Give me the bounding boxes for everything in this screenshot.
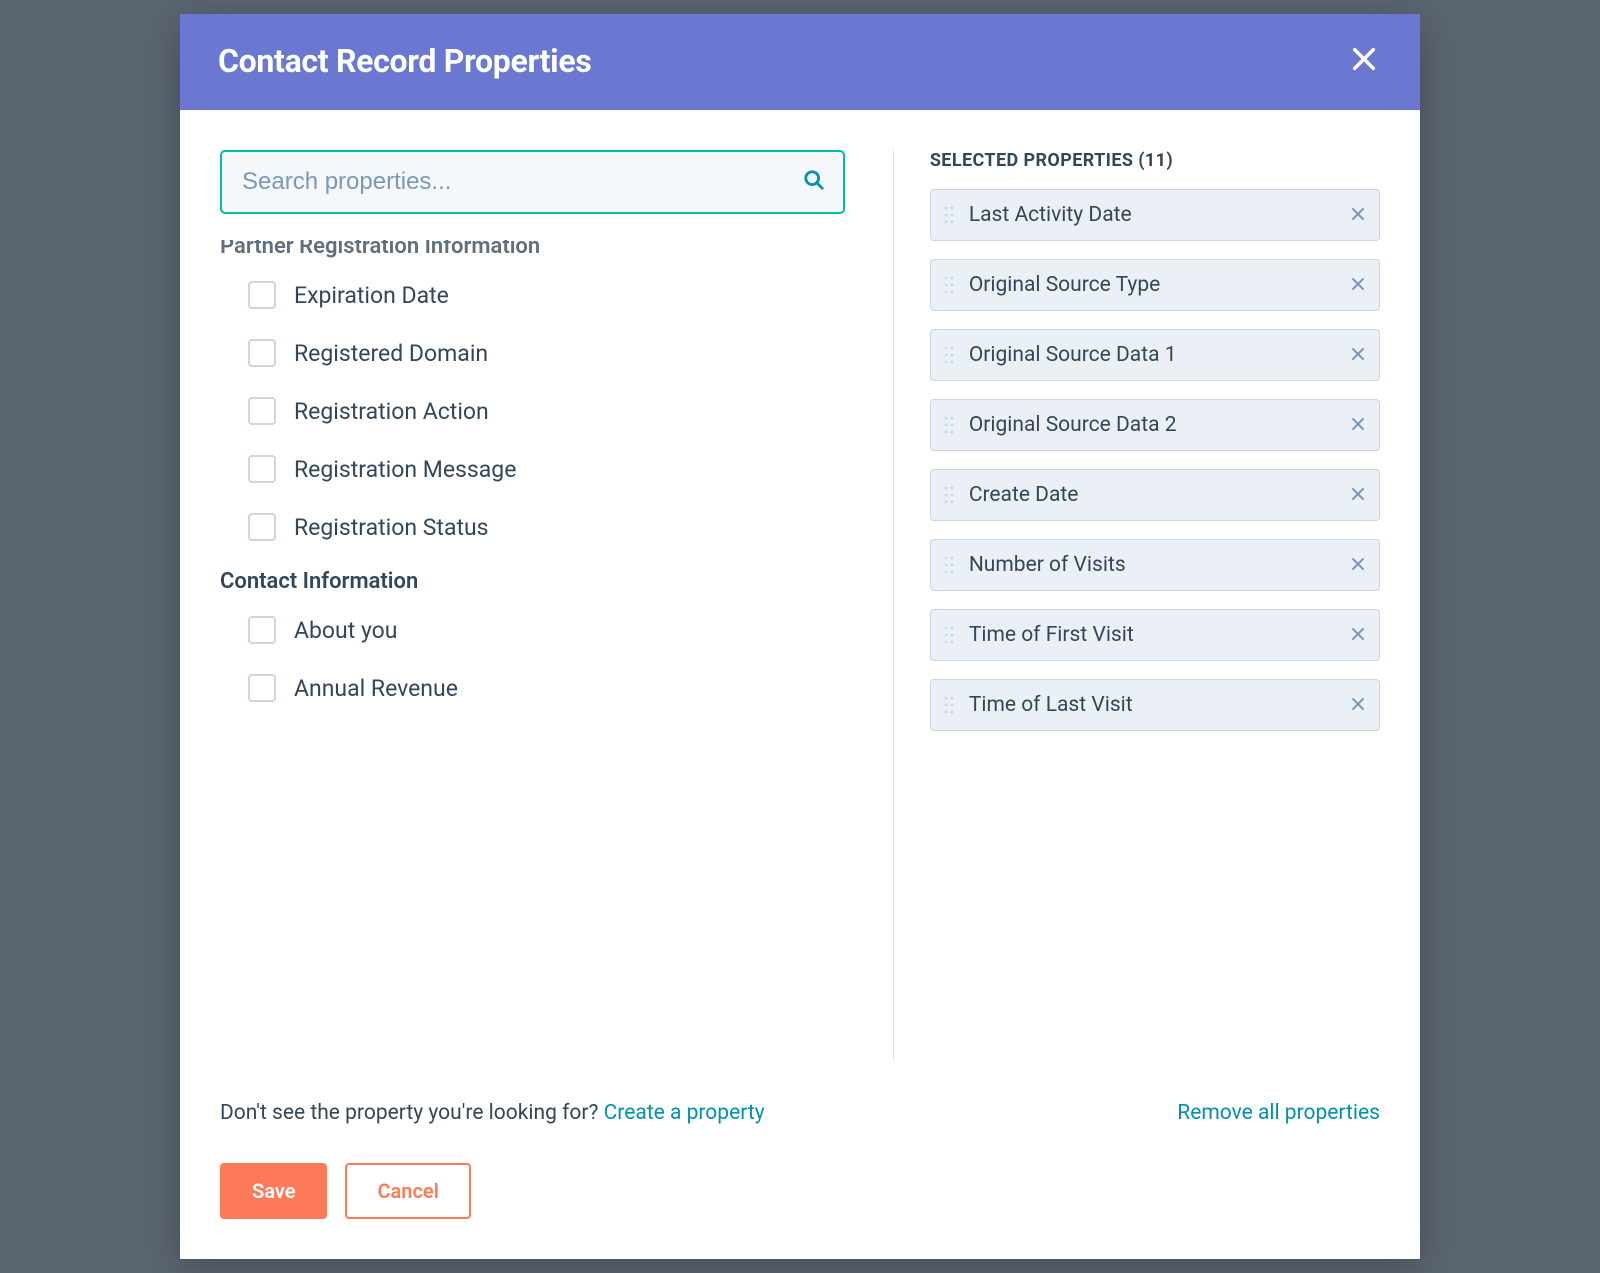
property-option-label: Registration Status xyxy=(294,514,489,541)
property-group-title: Contact Information xyxy=(220,569,845,594)
checkbox[interactable] xyxy=(248,281,276,309)
modal-title: Contact Record Properties xyxy=(218,42,591,80)
property-group-title: Partner Registration Information xyxy=(220,240,845,259)
remove-property-button[interactable] xyxy=(1351,696,1365,715)
remove-property-button[interactable] xyxy=(1351,486,1365,505)
checkbox[interactable] xyxy=(248,455,276,483)
selected-property-item[interactable]: Create Date xyxy=(930,469,1380,521)
create-property-prompt: Don't see the property you're looking fo… xyxy=(220,1101,765,1125)
close-icon xyxy=(1351,416,1365,435)
close-icon xyxy=(1350,45,1378,77)
checkbox[interactable] xyxy=(248,397,276,425)
modal-body: Partner Registration Information Expirati… xyxy=(180,110,1420,1081)
contact-record-properties-modal: Contact Record Properties Partner Regist… xyxy=(180,14,1420,1259)
footer-buttons-row: Save Cancel xyxy=(180,1133,1420,1259)
checkbox[interactable] xyxy=(248,339,276,367)
remove-all-properties-link[interactable]: Remove all properties xyxy=(1177,1101,1380,1125)
save-button[interactable]: Save xyxy=(220,1163,327,1219)
property-group: Partner Registration Information Expirati… xyxy=(220,240,845,541)
property-group: Contact Information About you Annual Reven… xyxy=(220,569,845,702)
remove-property-button[interactable] xyxy=(1351,626,1365,645)
remove-property-button[interactable] xyxy=(1351,276,1365,295)
drag-handle-icon[interactable] xyxy=(941,275,957,295)
selected-property-label: Original Source Data 2 xyxy=(969,413,1339,437)
selected-property-item[interactable]: Time of First Visit xyxy=(930,609,1380,661)
selected-property-label: Create Date xyxy=(969,483,1339,507)
drag-handle-icon[interactable] xyxy=(941,205,957,225)
close-icon xyxy=(1351,346,1365,365)
drag-handle-icon[interactable] xyxy=(941,345,957,365)
create-property-link[interactable]: Create a property xyxy=(604,1101,765,1125)
close-button[interactable] xyxy=(1346,43,1382,79)
selected-property-label: Original Source Data 1 xyxy=(969,343,1339,367)
selected-properties-list: Last Activity Date Original Source Type Or… xyxy=(930,189,1380,731)
selected-properties-panel: SELECTED PROPERTIES (11) Last Activity D… xyxy=(893,150,1380,1061)
selected-property-item[interactable]: Time of Last Visit xyxy=(930,679,1380,731)
selected-property-label: Last Activity Date xyxy=(969,203,1339,227)
search-icon xyxy=(803,169,825,195)
selected-property-label: Time of First Visit xyxy=(969,623,1339,647)
remove-property-button[interactable] xyxy=(1351,556,1365,575)
cancel-button[interactable]: Cancel xyxy=(345,1163,470,1219)
checkbox[interactable] xyxy=(248,616,276,644)
prompt-text: Don't see the property you're looking fo… xyxy=(220,1101,604,1125)
close-icon xyxy=(1351,626,1365,645)
property-option-list: About you Annual Revenue xyxy=(220,616,845,702)
remove-property-button[interactable] xyxy=(1351,416,1365,435)
selected-property-label: Original Source Type xyxy=(969,273,1339,297)
drag-handle-icon[interactable] xyxy=(941,695,957,715)
selected-property-item[interactable]: Number of Visits xyxy=(930,539,1380,591)
close-icon xyxy=(1351,276,1365,295)
property-option-list: Expiration Date Registered Domain Registra… xyxy=(220,281,845,541)
property-groups: Partner Registration Information Expirati… xyxy=(220,240,845,730)
search-wrap xyxy=(220,150,845,214)
close-icon xyxy=(1351,486,1365,505)
drag-handle-icon[interactable] xyxy=(941,415,957,435)
property-option-label: Registered Domain xyxy=(294,340,488,367)
property-option-label: Registration Action xyxy=(294,398,489,425)
selected-property-label: Number of Visits xyxy=(969,553,1339,577)
property-option[interactable]: Annual Revenue xyxy=(248,674,845,702)
property-option-label: About you xyxy=(294,617,397,644)
drag-handle-icon[interactable] xyxy=(941,485,957,505)
available-properties-panel: Partner Registration Information Expirati… xyxy=(220,150,845,1061)
selected-property-item[interactable]: Original Source Data 2 xyxy=(930,399,1380,451)
property-option[interactable]: Expiration Date xyxy=(248,281,845,309)
selected-property-label: Time of Last Visit xyxy=(969,693,1339,717)
selected-property-item[interactable]: Last Activity Date xyxy=(930,189,1380,241)
property-option[interactable]: Registered Domain xyxy=(248,339,845,367)
remove-property-button[interactable] xyxy=(1351,346,1365,365)
property-option-label: Expiration Date xyxy=(294,282,449,309)
modal-header: Contact Record Properties xyxy=(180,14,1420,110)
drag-handle-icon[interactable] xyxy=(941,555,957,575)
checkbox[interactable] xyxy=(248,674,276,702)
checkbox[interactable] xyxy=(248,513,276,541)
footer-links-row: Don't see the property you're looking fo… xyxy=(180,1081,1420,1133)
close-icon xyxy=(1351,556,1365,575)
selected-property-item[interactable]: Original Source Type xyxy=(930,259,1380,311)
selected-property-item[interactable]: Original Source Data 1 xyxy=(930,329,1380,381)
search-input[interactable] xyxy=(220,150,845,214)
property-option-label: Registration Message xyxy=(294,456,516,483)
property-option[interactable]: Registration Status xyxy=(248,513,845,541)
drag-handle-icon[interactable] xyxy=(941,625,957,645)
property-option[interactable]: Registration Message xyxy=(248,455,845,483)
property-option[interactable]: Registration Action xyxy=(248,397,845,425)
property-option[interactable]: About you xyxy=(248,616,845,644)
close-icon xyxy=(1351,696,1365,715)
remove-property-button[interactable] xyxy=(1351,206,1365,225)
selected-properties-header: SELECTED PROPERTIES (11) xyxy=(930,150,1380,171)
close-icon xyxy=(1351,206,1365,225)
property-option-label: Annual Revenue xyxy=(294,675,458,702)
